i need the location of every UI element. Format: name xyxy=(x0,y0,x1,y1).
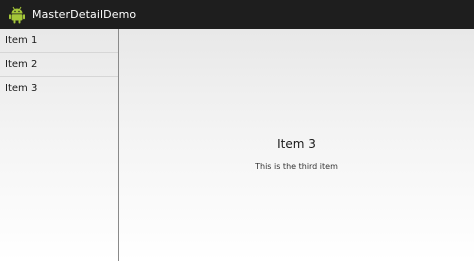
list-item-3[interactable]: Item 3 xyxy=(0,77,118,100)
list-item-1[interactable]: Item 1 xyxy=(0,29,118,53)
detail-pane: Item 3 This is the third item xyxy=(119,29,474,261)
android-icon[interactable] xyxy=(8,5,26,25)
list-item-2[interactable]: Item 2 xyxy=(0,53,118,77)
action-bar: MasterDetailDemo xyxy=(0,0,474,29)
detail-description: This is the third item xyxy=(255,162,338,171)
detail-title: Item 3 xyxy=(277,137,316,151)
item-list: Item 1 Item 2 Item 3 xyxy=(0,29,119,261)
content-area: Item 1 Item 2 Item 3 Item 3 This is the … xyxy=(0,29,474,261)
app-title: MasterDetailDemo xyxy=(32,8,137,21)
